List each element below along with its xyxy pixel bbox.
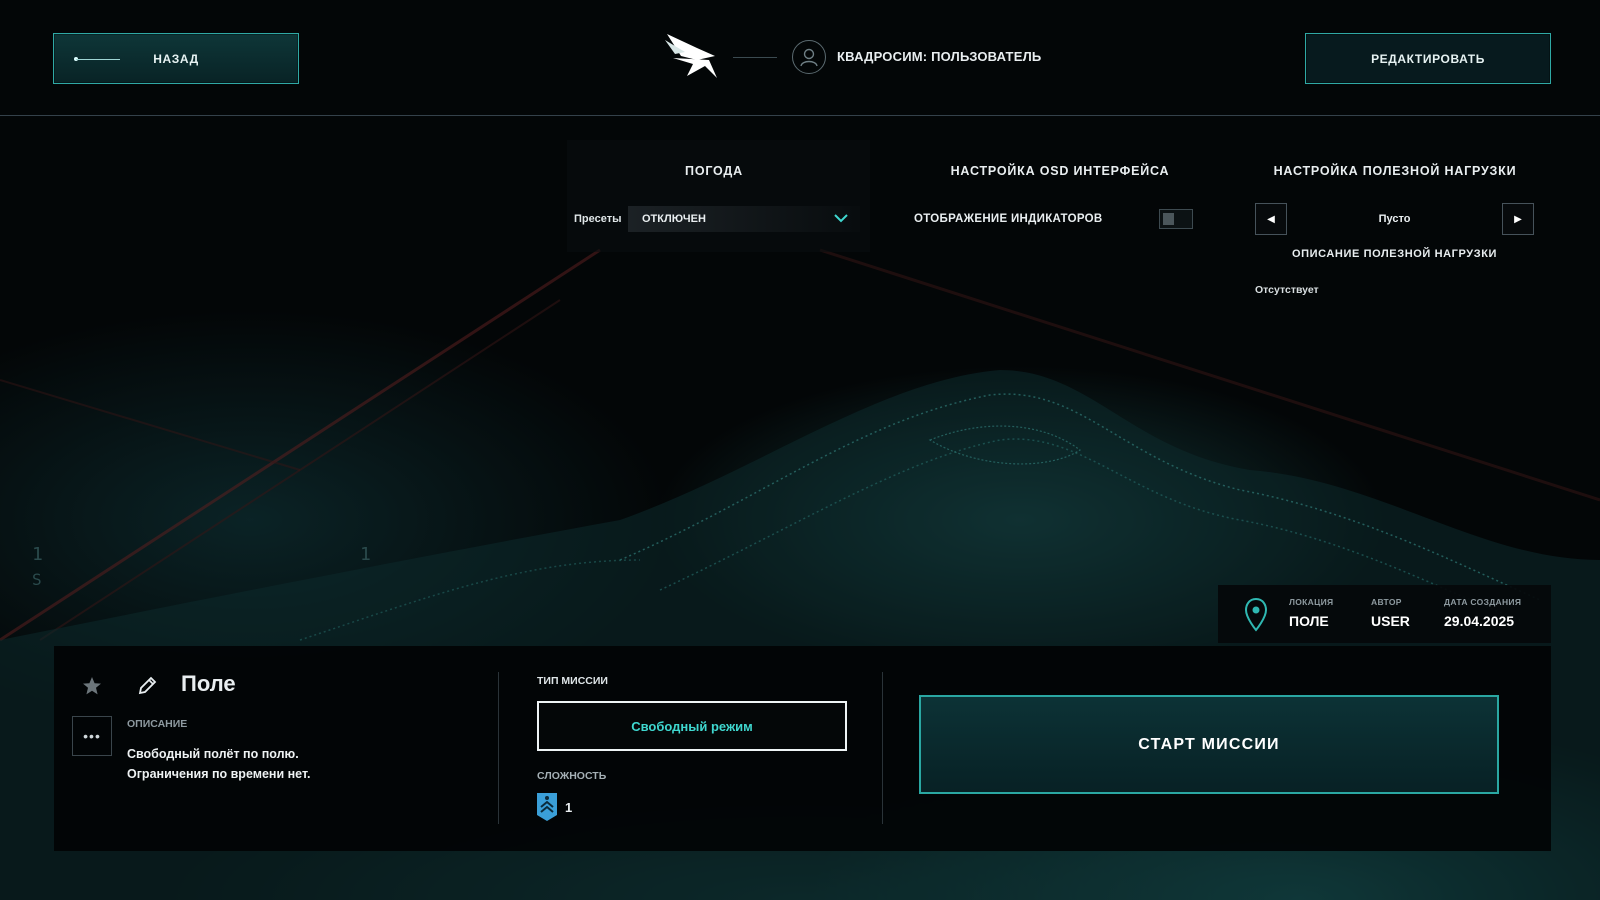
description-line-2: Ограничения по времени нет.: [127, 767, 311, 781]
weather-preset-select[interactable]: ОТКЛЮЧЕН: [628, 206, 860, 232]
payload-description-title: ОПИСАНИЕ ПОЛЕЗНОЙ НАГРУЗКИ: [1291, 248, 1498, 260]
mission-name: Поле: [181, 671, 236, 696]
header-divider: [0, 115, 1600, 116]
mission-description: Свободный полёт по полю. Ограничения по …: [127, 744, 310, 784]
presets-label: Пресеты: [574, 213, 622, 225]
payload-value: Пусто: [1378, 213, 1411, 225]
mission-type-value: Свободный режим: [631, 718, 753, 734]
date-info: ДАТА СОЗДАНИЯ 29.04.2025: [1444, 597, 1521, 629]
author-info: АВТОР USER: [1371, 597, 1410, 629]
location-value: ПОЛЕ: [1289, 613, 1329, 629]
payload-next-button[interactable]: ▶: [1502, 203, 1534, 235]
location-pin-icon: [1244, 597, 1268, 638]
arrow-right-icon: ▶: [1514, 213, 1522, 225]
panel-divider-1: [498, 672, 499, 824]
difficulty-label: СЛОЖНОСТЬ: [537, 770, 607, 782]
back-button[interactable]: НАЗАД: [53, 33, 299, 84]
difficulty-badge-icon: [537, 793, 557, 821]
more-icon[interactable]: •••: [72, 716, 112, 756]
pencil-icon[interactable]: [136, 675, 158, 697]
description-line-1: Свободный полёт по полю.: [127, 747, 299, 761]
difficulty-value: 1: [565, 800, 573, 815]
toggle-knob: [1163, 213, 1174, 225]
date-value: 29.04.2025: [1444, 613, 1515, 629]
date-label: ДАТА СОЗДАНИЯ: [1444, 597, 1522, 607]
svg-text:1: 1: [360, 544, 371, 565]
indicators-label: ОТОБРАЖЕНИЕ ИНДИКАТОРОВ: [914, 213, 1103, 225]
back-button-label: НАЗАД: [153, 51, 199, 66]
payload-description: Отсутствует: [1255, 284, 1319, 296]
user-avatar-icon: [792, 40, 826, 74]
panel-divider-2: [882, 672, 883, 824]
edit-button[interactable]: РЕДАКТИРОВАТЬ: [1305, 33, 1551, 84]
svg-text:1: 1: [32, 544, 43, 565]
weather-title: ПОГОДА: [685, 164, 743, 178]
user-label: КВАДРОСИМ: ПОЛЬЗОВАТЕЛЬ: [837, 49, 1042, 64]
payload-prev-button[interactable]: ◀: [1255, 203, 1287, 235]
start-mission-button[interactable]: СТАРТ МИССИИ: [919, 695, 1499, 794]
header-connector: [733, 57, 777, 58]
location-info: ЛОКАЦИЯ ПОЛЕ: [1289, 597, 1333, 629]
payload-title: НАСТРОЙКА ПОЛЕЗНОЙ НАГРУЗКИ: [1273, 164, 1517, 178]
location-label: ЛОКАЦИЯ: [1289, 597, 1334, 607]
author-label: АВТОР: [1371, 597, 1402, 607]
indicators-toggle[interactable]: [1159, 209, 1193, 229]
chevron-down-icon: [834, 212, 848, 227]
weather-panel: [567, 140, 870, 252]
description-label: ОПИСАНИЕ: [127, 718, 188, 730]
mission-info-strip: ЛОКАЦИЯ ПОЛЕ АВТОР USER ДАТА СОЗДАНИЯ 29…: [1218, 585, 1551, 643]
edit-button-label: РЕДАКТИРОВАТЬ: [1371, 51, 1485, 66]
logo-icon: [663, 30, 721, 82]
arrow-left-icon: ◀: [1267, 213, 1275, 225]
mission-type-label: ТИП МИССИИ: [537, 675, 608, 687]
start-mission-label: СТАРТ МИССИИ: [1138, 735, 1280, 753]
osd-title: НАСТРОЙКА OSD ИНТЕРФЕЙСА: [950, 164, 1170, 178]
star-icon[interactable]: [82, 676, 102, 696]
back-line: [76, 59, 120, 60]
mission-type-button[interactable]: Свободный режим: [537, 701, 847, 751]
svg-text:S: S: [32, 570, 42, 589]
author-value: USER: [1371, 613, 1410, 629]
weather-preset-value: ОТКЛЮЧЕН: [642, 213, 706, 225]
